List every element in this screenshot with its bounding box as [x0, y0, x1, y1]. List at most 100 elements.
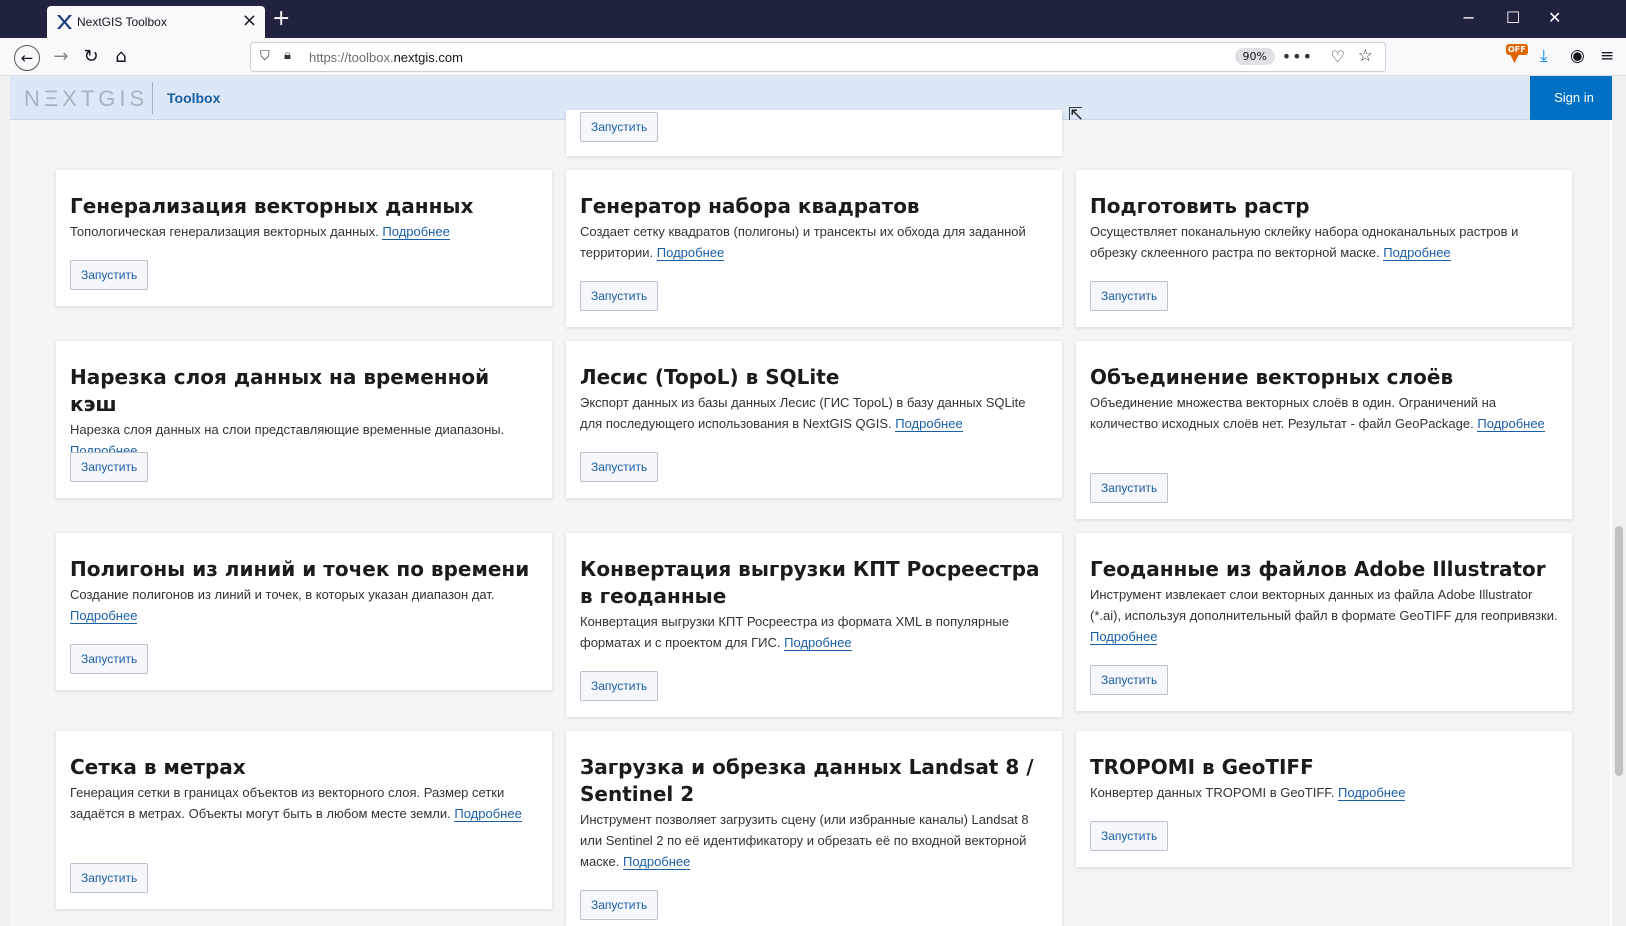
run-button[interactable]: Запустить — [70, 260, 149, 290]
card-desc-text: Конвертер данных TROPOMI в GeoTIFF. — [1090, 785, 1335, 800]
browser-tab-bar: NextGIS Toolbox × + − ☐ ✕ — [0, 0, 1626, 38]
account-icon[interactable]: ◉ — [1570, 46, 1585, 66]
tool-card: Подготовить растр Осуществляет поканальн… — [1076, 170, 1572, 327]
home-icon[interactable]: ⌂ — [108, 45, 134, 71]
card-title: Лесис (TopoL) в SQLite — [580, 365, 840, 389]
card-description: Объединение множества векторных слоёв в … — [1090, 392, 1560, 434]
pocket-icon[interactable]: ♡ — [1331, 47, 1345, 66]
browser-tab[interactable]: NextGIS Toolbox × — [47, 6, 265, 38]
run-button[interactable]: Запустить — [580, 890, 659, 920]
tool-card: Загрузка и обрезка данных Landsat 8 / Se… — [566, 731, 1062, 926]
more-link[interactable]: Подробнее — [1338, 785, 1406, 801]
address-bar[interactable]: ⛉ 🔒︎ https://toolbox.nextgis.com 90% •••… — [250, 42, 1386, 72]
card-desc-text: Создание полигонов из линий и точек, в к… — [70, 587, 495, 602]
run-button[interactable]: Запустить — [1090, 665, 1169, 695]
run-button[interactable]: Запустить — [580, 452, 659, 482]
more-link[interactable]: Подробнее — [454, 806, 522, 822]
zoom-level-badge[interactable]: 90% — [1234, 48, 1275, 65]
lock-icon[interactable]: 🔒︎ — [284, 48, 291, 63]
page-actions-icon[interactable]: ••• — [1282, 47, 1313, 66]
card-title: Объединение векторных слоёв — [1090, 365, 1454, 389]
card-description: Генерация сетки в границах объектов из в… — [70, 782, 540, 824]
scrollbar-thumb[interactable] — [1615, 526, 1623, 776]
run-button[interactable]: Запустить — [1090, 281, 1169, 311]
more-link[interactable]: Подробнее — [622, 854, 691, 870]
reload-icon[interactable]: ↻ — [78, 45, 104, 71]
run-button[interactable]: Запустить — [580, 671, 659, 701]
card-desc-text: Создает сетку квадратов (полигоны) и тра… — [580, 224, 1026, 260]
tool-card: Генератор набора квадратов Создает сетку… — [566, 170, 1062, 327]
card-title: Подготовить растр — [1090, 194, 1310, 218]
card-description: Топологическая генерализация векторных д… — [70, 221, 540, 242]
tool-card: Полигоны из линий и точек по времени Соз… — [56, 533, 552, 690]
card-title: Конвертация выгрузки КПТ Росреестра в ге… — [580, 557, 1040, 608]
url-text[interactable]: https://toolbox.nextgis.com — [309, 50, 463, 65]
card-desc-text: Инструмент извлекает слои векторных данн… — [1090, 587, 1558, 623]
card-description: Инструмент извлекает слои векторных данн… — [1090, 584, 1560, 647]
tool-card: Объединение векторных слоёв Объединение … — [1076, 341, 1572, 519]
run-button[interactable]: Запустить — [70, 452, 149, 482]
card-description: Создает сетку квадратов (полигоны) и тра… — [580, 221, 1050, 263]
page-scrollbar[interactable] — [1612, 76, 1626, 926]
run-button[interactable]: Запустить — [70, 863, 149, 893]
tool-card: Сетка в метрах Генерация сетки в граница… — [56, 731, 552, 909]
tab-close-icon[interactable]: × — [242, 11, 257, 31]
card-description: Инструмент позволяет загрузить сцену (ил… — [580, 809, 1050, 872]
nextgis-logo[interactable]: NΞXTGIS — [24, 86, 148, 112]
run-button[interactable]: Запустить — [1090, 821, 1169, 851]
card-desc-text: Топологическая генерализация векторных д… — [70, 224, 379, 239]
card-description: Конвертер данных TROPOMI в GeoTIFF. Подр… — [1090, 782, 1560, 803]
card-desc-text: Объединение множества векторных слоёв в … — [1090, 395, 1497, 431]
more-link[interactable]: Подробнее — [1090, 629, 1158, 645]
minimize-icon[interactable]: − — [1462, 8, 1475, 28]
menu-icon[interactable]: ≡ — [1600, 46, 1614, 66]
tool-card: Лесис (TopoL) в SQLite Экспорт данных из… — [566, 341, 1062, 498]
card-description: Создание полигонов из линий и точек, в к… — [70, 584, 540, 626]
shield-icon[interactable]: ⛉ — [260, 49, 270, 64]
tab-title: NextGIS Toolbox — [77, 15, 167, 29]
page-left-edge — [0, 76, 10, 926]
bookmark-star-icon[interactable]: ☆ — [1358, 46, 1373, 66]
more-link[interactable]: Подробнее — [784, 635, 852, 651]
more-link[interactable]: Подробнее — [1477, 416, 1545, 432]
addon-off-badge: OFF — [1506, 44, 1528, 55]
card-title: Геоданные из файлов Adobe Illustrator — [1090, 557, 1546, 581]
logo-divider — [152, 82, 153, 114]
tool-card: TROPOMI в GeoTIFF Конвертер данных TROPO… — [1076, 731, 1572, 867]
tool-card: Геоданные из файлов Adobe Illustrator Ин… — [1076, 533, 1572, 711]
sign-in-button[interactable]: Sign in — [1530, 76, 1618, 120]
tool-card: Конвертация выгрузки КПТ Росреестра в ге… — [566, 533, 1062, 717]
mouse-cursor-icon: ⇱ — [1068, 104, 1084, 125]
card-title: Загрузка и обрезка данных Landsat 8 / Se… — [580, 755, 1034, 806]
close-window-icon[interactable]: ✕ — [1548, 8, 1561, 28]
card-desc-text: Осуществляет поканальную склейку набора … — [1090, 224, 1519, 260]
run-button[interactable]: Запустить — [580, 112, 659, 142]
card-title: Генерализация векторных данных — [70, 194, 474, 218]
more-link[interactable]: Подробнее — [1383, 245, 1451, 261]
new-tab-icon[interactable]: + — [272, 6, 290, 32]
more-link[interactable]: Подробнее — [895, 416, 963, 432]
run-button[interactable]: Запустить — [580, 281, 659, 311]
card-title: TROPOMI в GeoTIFF — [1090, 755, 1314, 779]
more-link[interactable]: Подробнее — [382, 224, 450, 240]
url-prefix: https://toolbox. — [309, 50, 394, 65]
url-domain: nextgis.com — [393, 50, 463, 65]
tool-card: Нарезка слоя данных на временной кэш Нар… — [56, 341, 552, 498]
forward-arrow-icon[interactable]: → — [48, 45, 74, 71]
maximize-icon[interactable]: ☐ — [1506, 8, 1520, 28]
card-desc-text: Генерация сетки в границах объектов из в… — [70, 785, 505, 821]
site-title[interactable]: Toolbox — [167, 90, 220, 106]
more-link[interactable]: Подробнее — [70, 608, 138, 624]
tool-card: Генерализация векторных данных Топологич… — [56, 170, 552, 306]
card-description: Конвертация выгрузки КПТ Росреестра из ф… — [580, 611, 1050, 653]
card-title: Полигоны из линий и точек по времени — [70, 557, 530, 581]
run-button[interactable]: Запустить — [70, 644, 149, 674]
browser-nav-bar: ← → ↻ ⌂ ⛉ 🔒︎ https://toolbox.nextgis.com… — [0, 38, 1626, 76]
download-icon[interactable]: ⤓ — [1540, 46, 1548, 66]
more-link[interactable]: Подробнее — [656, 245, 725, 261]
nextgis-favicon-icon — [57, 15, 72, 29]
card-description: Осуществляет поканальную склейку набора … — [1090, 221, 1560, 263]
back-arrow-icon[interactable]: ← — [14, 45, 40, 71]
tool-card: Запустить — [566, 110, 1062, 156]
run-button[interactable]: Запустить — [1090, 473, 1169, 503]
